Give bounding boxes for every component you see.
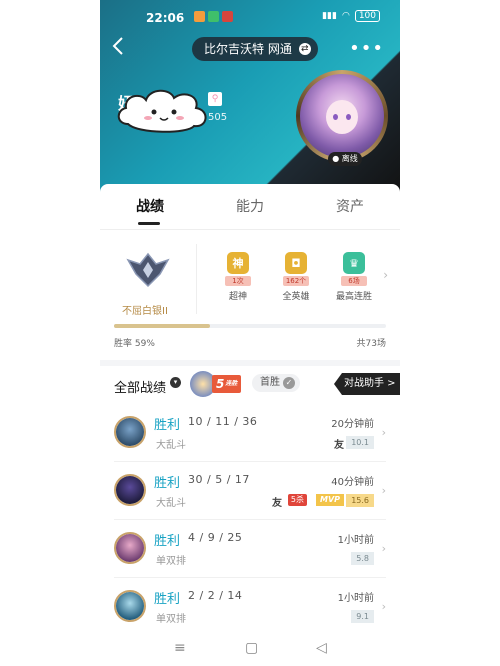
status-indicators: ▮▮▮ ◠ 100 xyxy=(322,10,380,22)
match-mode: 单双排 xyxy=(156,556,186,567)
hero-avatar xyxy=(114,474,146,506)
match-row[interactable]: 胜利 4 / 9 / 25 单双排 1小时前 5.8 › xyxy=(114,520,386,578)
tab-ability[interactable]: 能力 xyxy=(236,196,264,216)
medal-label: 全英雄 xyxy=(282,292,310,302)
battery-icon: 100 xyxy=(354,10,380,22)
online-status-badge: ● 离线 xyxy=(328,152,362,166)
winrate-fill xyxy=(114,324,211,328)
winrate-bar xyxy=(114,324,386,328)
medal-label: 最高连胜 xyxy=(336,292,373,302)
tab-bar: 战绩 能力 资产 xyxy=(100,184,400,230)
first-win-filter[interactable]: 首胜 ✓ xyxy=(252,374,300,392)
match-time: 1小时前 xyxy=(337,593,374,604)
match-score: 9.1 xyxy=(351,610,374,623)
hero-avatar xyxy=(114,532,146,564)
match-score: 10.1 xyxy=(346,436,374,449)
rank-emblem-icon xyxy=(126,252,170,288)
cloud-sticker-icon xyxy=(117,89,207,133)
more-options-button[interactable]: ••• xyxy=(349,38,384,59)
medal-count: 162个 xyxy=(283,276,309,286)
first-win-label: 首胜 xyxy=(260,377,280,388)
app-notification-icon xyxy=(194,11,205,22)
chevron-down-icon[interactable]: ▾ xyxy=(170,377,181,388)
match-time: 40分钟前 xyxy=(331,477,374,488)
section-gap xyxy=(100,360,400,366)
chevron-right-icon: › xyxy=(381,484,386,497)
server-name: 比尔吉沃特 网通 xyxy=(204,42,292,56)
medal-godlike[interactable]: 神 1次 超神 xyxy=(220,252,256,302)
medal-all-heroes[interactable]: ◘ 162个 全英雄 xyxy=(278,252,314,302)
medal-win-streak[interactable]: ♛ 6场 最高连胜 xyxy=(336,252,372,302)
cup-icon: ♛ xyxy=(343,252,365,274)
rank-name: 不屈白银II xyxy=(122,306,168,317)
profile-header: 22:06 ▮▮▮ ◠ 100 比尔吉沃特 网通 ⇄ ••• 妞 ⚲ 505 xyxy=(100,0,400,200)
match-kda: 4 / 9 / 25 xyxy=(188,531,243,544)
match-kda: 30 / 5 / 17 xyxy=(188,473,250,486)
tab-record[interactable]: 战绩 xyxy=(136,196,164,216)
system-nav-bar: ≡ ▢ ◁ xyxy=(100,634,400,666)
active-tab-indicator xyxy=(138,222,160,225)
mvp-badge: MVP xyxy=(315,494,344,506)
battle-assistant-button[interactable]: 对战助手 > xyxy=(334,373,400,395)
chevron-right-icon[interactable]: › xyxy=(383,268,388,282)
hero-avatar xyxy=(114,416,146,448)
match-score: 15.6 xyxy=(346,494,374,507)
server-selector[interactable]: 比尔吉沃特 网通 ⇄ xyxy=(192,37,318,61)
signal-icon: ▮▮▮ xyxy=(322,11,337,21)
match-time: 20分钟前 xyxy=(331,419,374,430)
match-result: 胜利 xyxy=(154,534,181,549)
match-time: 1小时前 xyxy=(337,535,374,546)
chevron-right-icon: › xyxy=(381,426,386,439)
friend-badge: 友 xyxy=(272,498,282,509)
rank-section: 不屈白银II 神 1次 超神 ◘ 162个 全英雄 ♛ 6场 最高连胜 › 胜率… xyxy=(100,232,400,360)
helmet-icon: ◘ xyxy=(285,252,307,274)
swap-icon: ⇄ xyxy=(298,43,311,55)
win-streak-badge: 5连胜 xyxy=(190,371,244,397)
winrate-label: 胜率 59% xyxy=(114,339,155,349)
back-button[interactable] xyxy=(112,36,132,60)
trophy-icon: 神 xyxy=(227,252,249,274)
status-bar: 22:06 ▮▮▮ ◠ 100 xyxy=(100,0,400,36)
match-kda: 2 / 2 / 14 xyxy=(188,589,243,602)
match-row[interactable]: 胜利 10 / 11 / 36 大乱斗 20分钟前 10.1 友 › xyxy=(114,404,386,462)
menu-icon[interactable]: ≡ xyxy=(174,640,186,656)
tab-assets[interactable]: 资产 xyxy=(336,196,364,216)
divider xyxy=(196,244,197,314)
match-result: 胜利 xyxy=(154,476,181,491)
match-mode: 单双排 xyxy=(156,614,186,625)
wifi-icon: ◠ xyxy=(341,11,350,21)
match-row[interactable]: 胜利 30 / 5 / 17 大乱斗 40分钟前 15.6 MVP 5杀友 › xyxy=(114,462,386,520)
home-icon[interactable]: ▢ xyxy=(245,640,258,656)
chevron-right-icon: › xyxy=(381,542,386,555)
streak-count: 5连胜 xyxy=(212,375,242,393)
match-kda: 10 / 11 / 36 xyxy=(188,415,258,428)
hero-avatar xyxy=(114,590,146,622)
app-notification-icon xyxy=(222,11,233,22)
match-mode: 大乱斗 xyxy=(156,498,186,509)
filter-row: 全部战绩 ▾ 5连胜 首胜 ✓ 对战助手 > xyxy=(100,368,400,402)
all-records-filter[interactable]: 全部战绩 xyxy=(114,377,166,396)
back-icon[interactable]: ◁ xyxy=(316,640,327,656)
match-score: 5.8 xyxy=(351,552,374,565)
medal-label: 超神 xyxy=(228,292,247,302)
chevron-left-icon xyxy=(112,37,123,55)
app-notification-icon xyxy=(208,11,219,22)
medal-count: 6场 xyxy=(341,276,367,286)
player-avatar[interactable] xyxy=(296,70,388,162)
match-list: 胜利 10 / 11 / 36 大乱斗 20分钟前 10.1 友 › 胜利 30… xyxy=(100,404,400,636)
phone-screen: 22:06 ▮▮▮ ◠ 100 比尔吉沃特 网通 ⇄ ••• 妞 ⚲ 505 xyxy=(100,0,400,666)
friend-badge: 友 xyxy=(334,440,344,451)
match-mode: 大乱斗 xyxy=(156,440,186,451)
check-icon: ✓ xyxy=(283,377,295,389)
match-row[interactable]: 胜利 2 / 2 / 14 单双排 1小时前 9.1 › xyxy=(114,578,386,636)
chevron-right-icon: › xyxy=(381,600,386,613)
medal-count: 1次 xyxy=(225,276,251,286)
status-time: 22:06 xyxy=(146,11,185,25)
match-result: 胜利 xyxy=(154,592,181,607)
total-matches: 共73场 xyxy=(356,339,386,349)
penta-kill-badge: 5杀 xyxy=(287,494,307,506)
match-result: 胜利 xyxy=(154,418,181,433)
notification-icons xyxy=(194,11,233,22)
